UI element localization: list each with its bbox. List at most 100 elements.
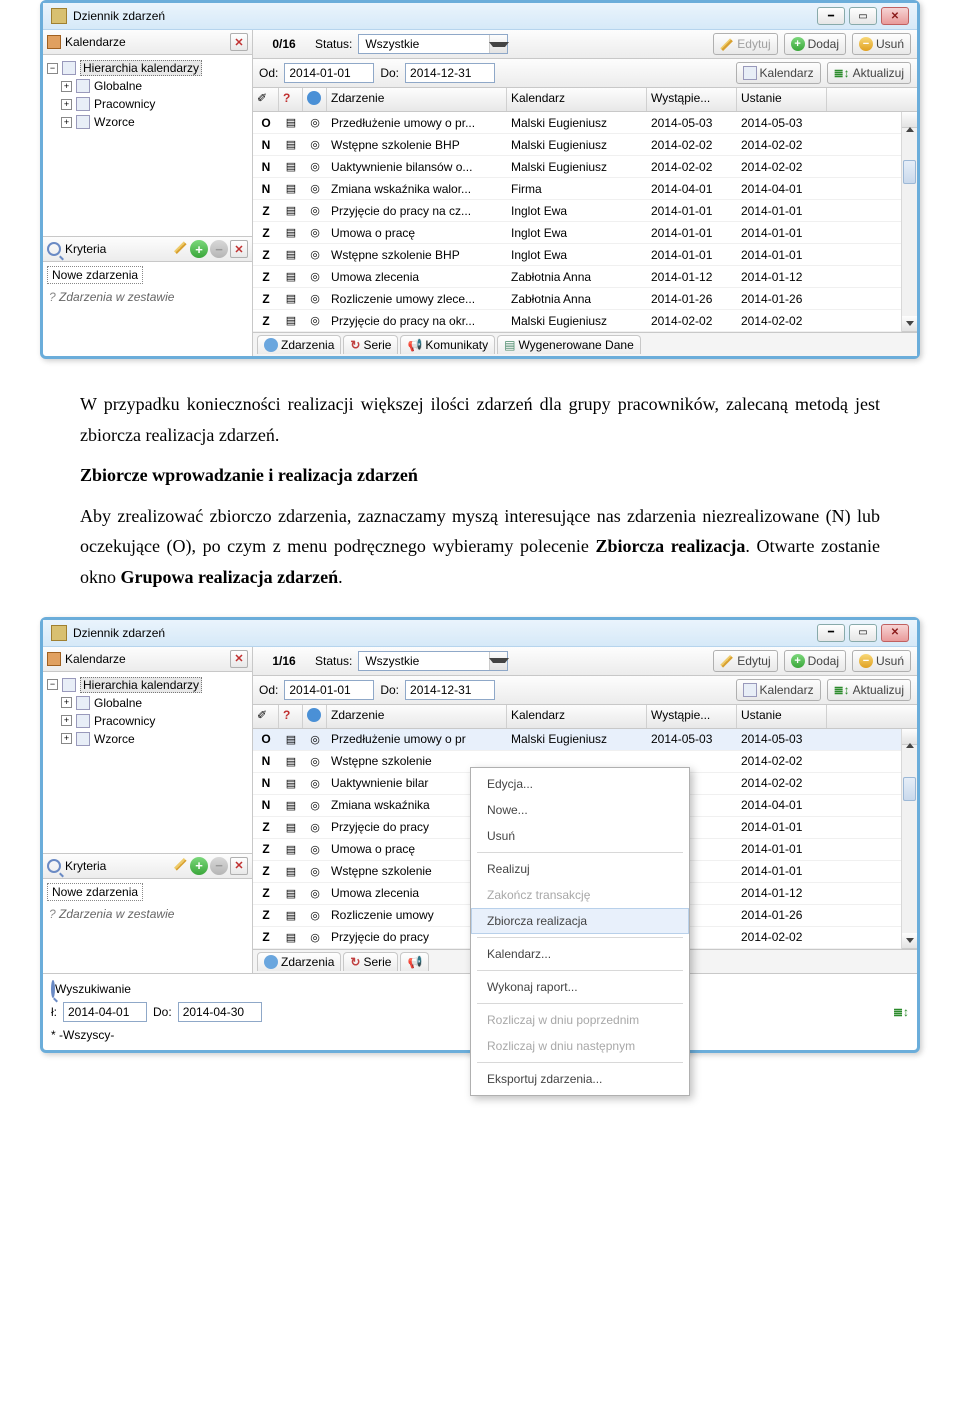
- calendar-button[interactable]: Kalendarz: [736, 679, 821, 701]
- add-button[interactable]: +Dodaj: [784, 33, 846, 55]
- expand-icon[interactable]: +: [61, 81, 72, 92]
- close-calendars-button[interactable]: ✕: [230, 650, 248, 668]
- col-end[interactable]: Ustanie: [737, 88, 827, 111]
- tree-item[interactable]: Globalne: [94, 79, 142, 93]
- close-criteria-button[interactable]: ✕: [230, 240, 248, 258]
- calendar-button[interactable]: Kalendarz: [736, 62, 821, 84]
- table-row[interactable]: N▤◎Zmiana wskaźnika walor...Firma2014-04…: [253, 178, 901, 200]
- tree-item[interactable]: Wzorce: [94, 115, 135, 129]
- scrollbar[interactable]: [901, 729, 917, 949]
- add-criteria-button[interactable]: +: [190, 857, 208, 875]
- tree-root[interactable]: Hierarchia kalendarzy: [80, 677, 202, 693]
- table-row[interactable]: Z▤◎Przyjęcie do pracy na okr...Malski Eu…: [253, 310, 901, 332]
- col-status[interactable]: ✐: [253, 88, 279, 111]
- close-criteria-button[interactable]: ✕: [230, 857, 248, 875]
- tab-generated[interactable]: ▤Wygenerowane Dane: [497, 335, 641, 354]
- tree-root[interactable]: Hierarchia kalendarzy: [80, 60, 202, 76]
- col-info[interactable]: [303, 705, 327, 728]
- calendar-tree[interactable]: − Hierarchia kalendarzy + Globalne + Pracow…: [43, 55, 252, 135]
- tab-events[interactable]: Zdarzenia: [257, 335, 341, 354]
- refresh-button[interactable]: ≣↕Aktualizuj: [827, 62, 911, 84]
- col-calendar[interactable]: Kalendarz: [507, 88, 647, 111]
- criteria-value[interactable]: Nowe zdarzenia: [47, 266, 143, 284]
- col-calendar[interactable]: Kalendarz: [507, 705, 647, 728]
- table-row[interactable]: O▤◎Przedłużenie umowy o pr...Malski Eugi…: [253, 112, 901, 134]
- col-event[interactable]: Zdarzenie: [327, 88, 507, 111]
- date-to-field[interactable]: 2014-12-31: [405, 63, 495, 83]
- tab-events[interactable]: Zdarzenia: [257, 952, 341, 971]
- remove-criteria-button[interactable]: −: [210, 240, 228, 258]
- pencil-icon[interactable]: [174, 240, 188, 254]
- ctx-export[interactable]: Eksportuj zdarzenia...: [471, 1066, 689, 1092]
- add-criteria-button[interactable]: +: [190, 240, 208, 258]
- ctx-calendar[interactable]: Kalendarz...: [471, 941, 689, 967]
- maximize-button[interactable]: ▭: [849, 624, 877, 642]
- col-start[interactable]: Wystąpie...: [647, 88, 737, 111]
- scroll-up-icon[interactable]: [902, 729, 917, 745]
- search-who[interactable]: -Wszyscy-: [59, 1028, 114, 1042]
- tab-series[interactable]: ↻Serie: [343, 335, 398, 354]
- criteria-value[interactable]: Nowe zdarzenia: [47, 883, 143, 901]
- close-calendars-button[interactable]: ✕: [230, 33, 248, 51]
- date-from-field[interactable]: 2014-01-01: [284, 63, 374, 83]
- table-row[interactable]: Z▤◎Przyjęcie do pracy na cz...Inglot Ewa…: [253, 200, 901, 222]
- remove-criteria-button[interactable]: −: [210, 857, 228, 875]
- search-to-field[interactable]: 2014-04-30: [178, 1002, 262, 1022]
- table-row[interactable]: O▤◎Przedłużenie umowy o prMalski Eugieni…: [253, 729, 901, 751]
- col-event[interactable]: Zdarzenie: [327, 705, 507, 728]
- status-select[interactable]: Wszystkie: [358, 34, 508, 54]
- delete-button[interactable]: −Usuń: [852, 650, 911, 672]
- close-button[interactable]: ✕: [881, 7, 909, 25]
- scroll-up-icon[interactable]: [902, 112, 917, 128]
- ctx-edit[interactable]: Edycja...: [471, 771, 689, 797]
- ctx-new[interactable]: Nowe...: [471, 797, 689, 823]
- status-select[interactable]: Wszystkie: [358, 651, 508, 671]
- table-row[interactable]: Z▤◎Rozliczenie umowy zlece...Zabłotnia A…: [253, 288, 901, 310]
- col-start[interactable]: Wystąpie...: [647, 705, 737, 728]
- add-button[interactable]: +Dodaj: [784, 650, 846, 672]
- delete-button[interactable]: −Usuń: [852, 33, 911, 55]
- ctx-delete[interactable]: Usuń: [471, 823, 689, 849]
- ctx-batch-realize[interactable]: Zbiorcza realizacja: [471, 908, 689, 934]
- tree-item[interactable]: Wzorce: [94, 732, 135, 746]
- chevron-down-icon[interactable]: [489, 35, 507, 53]
- tree-item[interactable]: Pracownicy: [94, 97, 155, 111]
- table-row[interactable]: N▤◎Wstępne szkolenie BHPMalski Eugienius…: [253, 134, 901, 156]
- expand-icon[interactable]: −: [47, 679, 58, 690]
- pencil-icon[interactable]: [174, 857, 188, 871]
- tree-item[interactable]: Globalne: [94, 696, 142, 710]
- scrollbar[interactable]: [901, 112, 917, 332]
- table-row[interactable]: Z▤◎Umowa o pracęInglot Ewa2014-01-012014…: [253, 222, 901, 244]
- minimize-button[interactable]: ━: [817, 624, 845, 642]
- scroll-down-icon[interactable]: [902, 316, 917, 332]
- tab-messages[interactable]: 📢Komunikaty: [400, 335, 495, 354]
- tab-series[interactable]: ↻Serie: [343, 952, 398, 971]
- expand-icon[interactable]: +: [61, 697, 72, 708]
- refresh-button[interactable]: ≣↕Aktualizuj: [827, 679, 911, 701]
- chevron-down-icon[interactable]: [489, 652, 507, 670]
- expand-icon[interactable]: −: [47, 63, 58, 74]
- col-end[interactable]: Ustanie: [737, 705, 827, 728]
- expand-icon[interactable]: +: [61, 99, 72, 110]
- tab-messages[interactable]: 📢: [400, 952, 429, 971]
- expand-icon[interactable]: +: [61, 117, 72, 128]
- scroll-thumb[interactable]: [903, 160, 916, 184]
- minimize-button[interactable]: ━: [817, 7, 845, 25]
- col-q[interactable]: ?: [279, 705, 303, 728]
- ctx-realize[interactable]: Realizuj: [471, 856, 689, 882]
- table-row[interactable]: Z▤◎Wstępne szkolenie BHPInglot Ewa2014-0…: [253, 244, 901, 266]
- scroll-down-icon[interactable]: [902, 933, 917, 949]
- refresh-icon[interactable]: ≣↕: [893, 1005, 909, 1019]
- date-from-field[interactable]: 2014-01-01: [284, 680, 374, 700]
- titlebar[interactable]: Dziennik zdarzeń ━ ▭ ✕: [43, 3, 917, 30]
- col-q[interactable]: ?: [279, 88, 303, 111]
- close-button[interactable]: ✕: [881, 624, 909, 642]
- search-from-field[interactable]: 2014-04-01: [63, 1002, 147, 1022]
- tree-item[interactable]: Pracownicy: [94, 714, 155, 728]
- calendar-tree[interactable]: − Hierarchia kalendarzy + Globalne + Pracow…: [43, 672, 252, 752]
- col-info[interactable]: [303, 88, 327, 111]
- edit-button[interactable]: Edytuj: [713, 650, 777, 672]
- col-status[interactable]: ✐: [253, 705, 279, 728]
- maximize-button[interactable]: ▭: [849, 7, 877, 25]
- expand-icon[interactable]: +: [61, 715, 72, 726]
